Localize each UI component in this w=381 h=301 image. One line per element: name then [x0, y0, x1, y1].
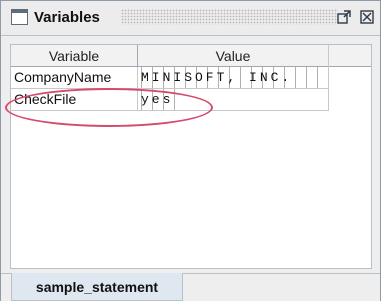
- table-row[interactable]: CheckFile yes: [11, 89, 328, 111]
- close-icon[interactable]: [357, 7, 377, 27]
- variable-name-cell[interactable]: CheckFile: [11, 89, 138, 110]
- variable-value-cell[interactable]: MINISOFT, INC.: [138, 67, 331, 88]
- column-header-value[interactable]: Value: [138, 45, 328, 66]
- table-header: Variable Value: [11, 45, 371, 67]
- column-divider: [328, 45, 329, 111]
- table-row[interactable]: CompanyName MINISOFT, INC.: [11, 67, 331, 89]
- variables-window: Variables Variable Value CompanyName MIN…: [0, 0, 381, 301]
- drag-grip[interactable]: [121, 9, 338, 25]
- variable-name-cell[interactable]: CompanyName: [11, 67, 138, 88]
- window-title: Variables: [34, 9, 100, 26]
- tab-sample-statement[interactable]: sample_statement: [11, 273, 183, 301]
- column-header-variable[interactable]: Variable: [11, 45, 138, 66]
- window-icon: [11, 9, 28, 25]
- float-icon[interactable]: [334, 7, 354, 27]
- variable-value-cell[interactable]: yes: [138, 89, 181, 110]
- variables-table: Variable Value CompanyName MINISOFT, INC…: [10, 44, 372, 269]
- title-bar[interactable]: Variables: [1, 1, 380, 36]
- tab-bar: sample_statement: [1, 273, 380, 301]
